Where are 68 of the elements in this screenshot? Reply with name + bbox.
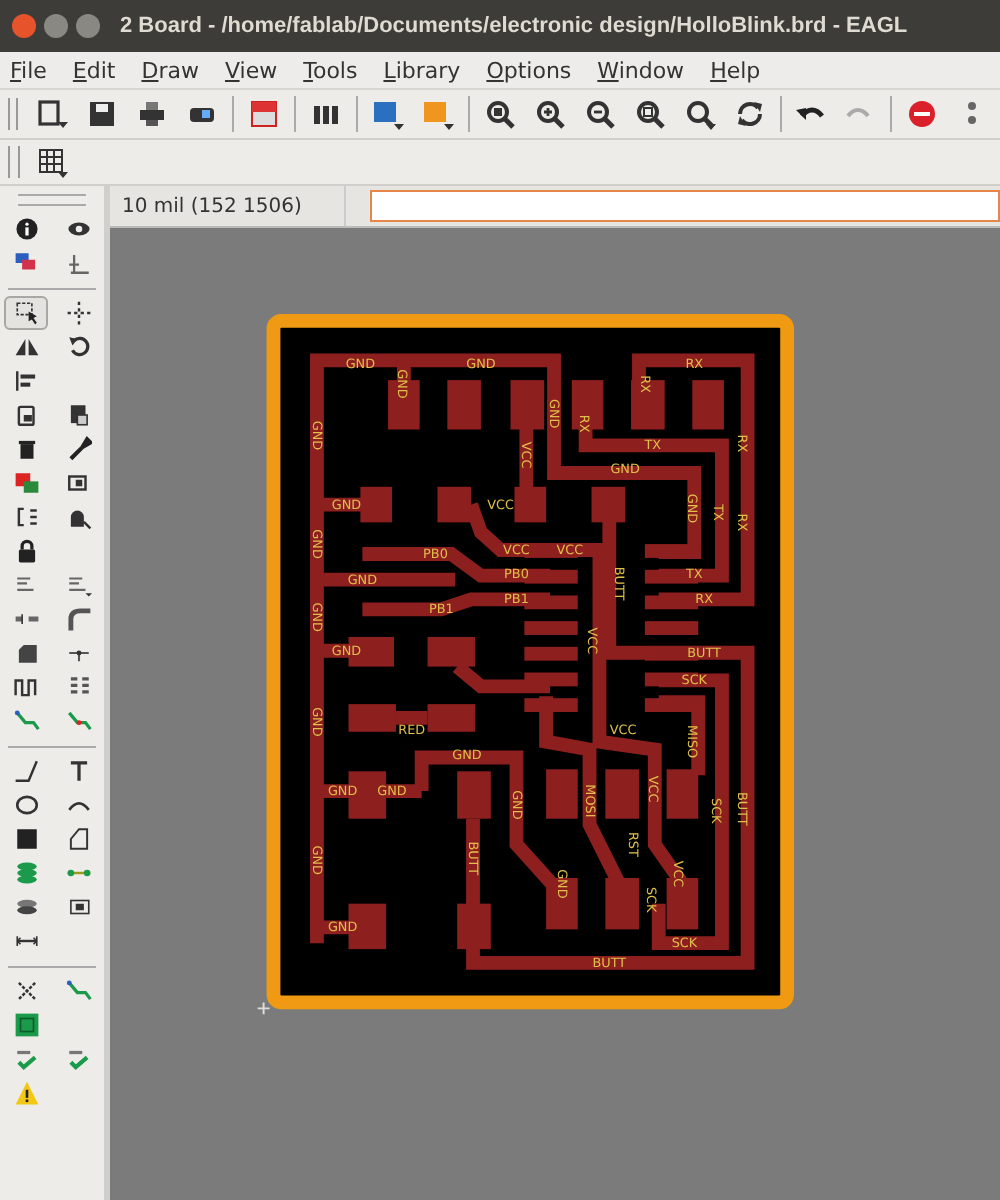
zoom-fit-icon[interactable]: [483, 98, 516, 130]
menu-item[interactable]: Window: [597, 57, 685, 83]
hole-icon: [13, 894, 39, 920]
board-icon: [13, 1012, 39, 1038]
rotate-icon: [65, 334, 91, 360]
save-icon[interactable]: [86, 98, 119, 130]
menu-item[interactable]: Help: [710, 57, 761, 83]
menu-item[interactable]: View: [224, 57, 278, 83]
command-field[interactable]: [370, 190, 1000, 222]
print-icon[interactable]: [136, 98, 169, 130]
grid-icon[interactable]: [36, 146, 68, 178]
menu-item[interactable]: File: [10, 57, 47, 83]
warning-icon: [13, 1080, 39, 1106]
swap-icon: [65, 674, 91, 700]
value-icon: [65, 572, 91, 598]
stop-icon[interactable]: [906, 98, 939, 130]
info-icon: [13, 216, 39, 242]
schematic-icon[interactable]: [248, 98, 281, 130]
menu-item[interactable]: Draw: [141, 57, 199, 83]
window-title: 2 Board - /home/fablab/Documents/electronic design/HolloBlink.brd - EAGL: [120, 14, 908, 38]
drc-check-icon: [65, 1046, 91, 1072]
add-icon: [13, 470, 39, 496]
route-a-icon: [65, 978, 91, 1004]
route-icon: [13, 708, 39, 734]
zoom-out-icon[interactable]: [583, 98, 616, 130]
circle-icon: [13, 792, 39, 818]
file-icon[interactable]: [36, 98, 69, 130]
bracket-icon: [13, 504, 39, 530]
grid-readout: 10 mil (152 1506): [110, 186, 346, 226]
copy-icon: [13, 402, 39, 428]
mark-icon: [65, 250, 91, 276]
select-tool[interactable]: [4, 296, 48, 330]
erc-check-icon: [13, 1046, 39, 1072]
refresh-icon[interactable]: [733, 98, 766, 130]
meander-icon: [13, 674, 39, 700]
menu-item[interactable]: Tools: [303, 57, 358, 83]
wrench-icon: [65, 436, 91, 462]
zoom-select-icon[interactable]: [633, 98, 666, 130]
minimize-button[interactable]: [44, 14, 68, 38]
route-pair-icon: [65, 708, 91, 734]
close-button[interactable]: [12, 14, 36, 38]
menu-item[interactable]: Library: [383, 57, 461, 83]
align-icon: [13, 368, 39, 394]
via-icon: [13, 860, 39, 886]
paste-icon: [65, 402, 91, 428]
zoom-icon[interactable]: [683, 98, 716, 130]
text-icon: [65, 758, 91, 784]
rectangle-icon: [13, 826, 39, 852]
autorouter-icon: [13, 978, 39, 1004]
menu-item[interactable]: Edit: [72, 57, 116, 83]
select-icon: [13, 300, 39, 326]
bend-icon: [13, 640, 39, 666]
polygon-icon: [65, 826, 91, 852]
script-icon[interactable]: [371, 98, 404, 130]
line-icon: [13, 758, 39, 784]
trash-icon: [13, 436, 39, 462]
origin-mark-icon: [256, 1001, 271, 1016]
lock-icon: [13, 538, 39, 564]
maximize-button[interactable]: [76, 14, 100, 38]
ulp-icon[interactable]: [421, 98, 454, 130]
zoom-in-icon[interactable]: [533, 98, 566, 130]
replace-icon: [65, 470, 91, 496]
attribute-icon: [65, 894, 91, 920]
menu-item[interactable]: Options: [486, 57, 572, 83]
miter-icon: [65, 606, 91, 632]
move-icon: [65, 300, 91, 326]
mirror-icon: [13, 334, 39, 360]
layers-icon: [13, 250, 39, 276]
